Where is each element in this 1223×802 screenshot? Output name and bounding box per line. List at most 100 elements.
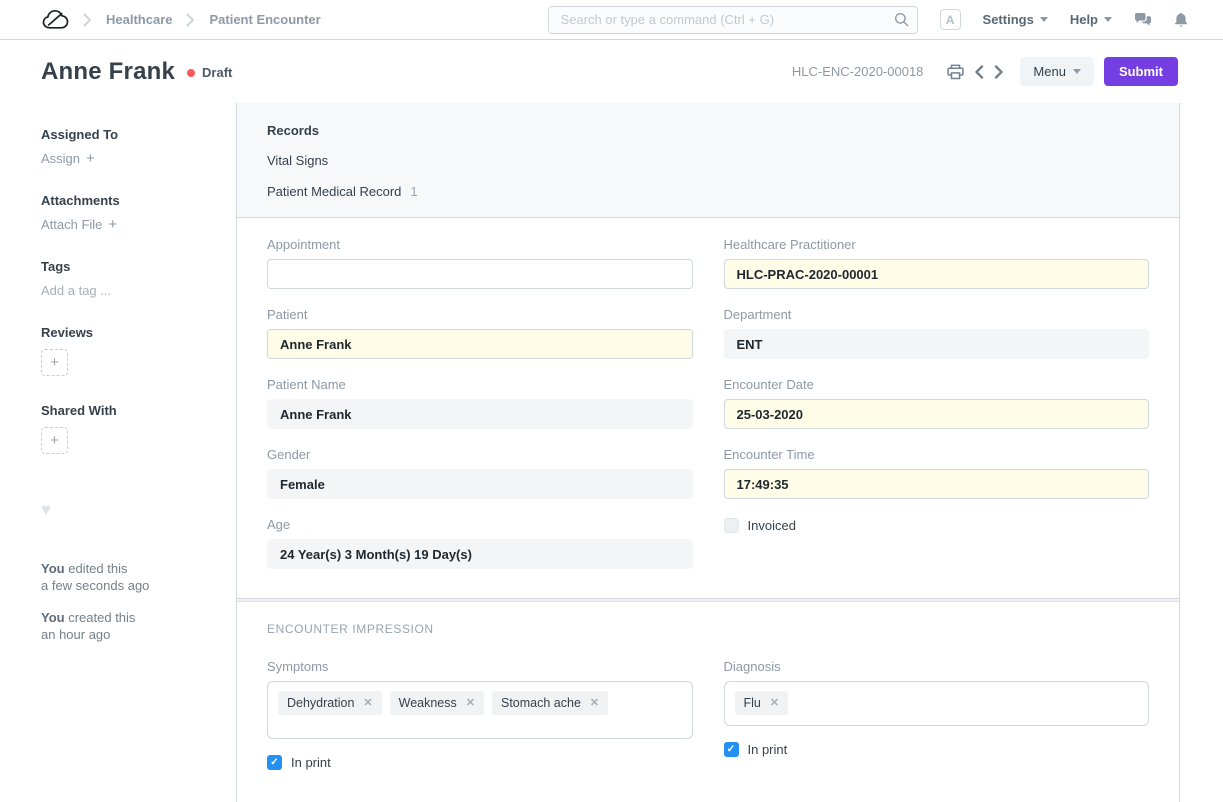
- tag-label: Stomach ache: [501, 696, 581, 710]
- search-icon: [894, 12, 909, 27]
- symptoms-in-print-field: ✓ In print: [267, 755, 693, 770]
- symptom-tag: Stomach ache ✕: [492, 691, 608, 715]
- activity-action: created this: [68, 610, 135, 625]
- check-icon: ✓: [727, 745, 735, 755]
- like-heart-icon[interactable]: ♥: [41, 500, 216, 520]
- encounter-time-input[interactable]: 17:49:35: [724, 469, 1150, 499]
- symptoms-label: Symptoms: [267, 660, 693, 674]
- form-body: Records Vital Signs Patient Medical Reco…: [236, 103, 1180, 802]
- record-link-patient-medical-record[interactable]: Patient Medical Record 1: [267, 184, 1149, 199]
- encounter-date-input[interactable]: 25-03-2020: [724, 399, 1150, 429]
- record-label: Vital Signs: [267, 153, 328, 168]
- records-dashboard: Records Vital Signs Patient Medical Reco…: [237, 103, 1179, 218]
- chevron-down-icon: [1104, 17, 1112, 22]
- document-activity: You edited this a few seconds ago You cr…: [41, 560, 216, 643]
- healthcare-practitioner-field: Healthcare Practitioner HLC-PRAC-2020-00…: [724, 238, 1150, 289]
- encounter-time-label: Encounter Time: [724, 448, 1150, 462]
- tag-label: Weakness: [399, 696, 457, 710]
- department-value: ENT: [724, 329, 1150, 359]
- symptoms-column: Symptoms Dehydration ✕ Weakness ✕: [267, 660, 693, 770]
- patient-name-value: Anne Frank: [267, 399, 693, 429]
- encounter-time-field: Encounter Time 17:49:35: [724, 448, 1150, 499]
- chat-icon[interactable]: [1134, 12, 1152, 28]
- attach-file-button[interactable]: Attach File +: [41, 217, 216, 232]
- user-avatar[interactable]: A: [940, 9, 961, 30]
- age-label: Age: [267, 518, 693, 532]
- status-badge: Draft: [202, 65, 232, 80]
- diagnosis-label: Diagnosis: [724, 660, 1150, 674]
- activity-created: You created this an hour ago: [41, 609, 216, 643]
- remove-tag-icon[interactable]: ✕: [590, 698, 599, 709]
- patient-name-label: Patient Name: [267, 378, 693, 392]
- remove-tag-icon[interactable]: ✕: [466, 698, 475, 709]
- document-id: HLC-ENC-2020-00018: [792, 64, 924, 79]
- tags-heading: Tags: [41, 259, 216, 274]
- record-count-badge: 1: [410, 184, 417, 199]
- assign-button[interactable]: Assign +: [41, 151, 216, 166]
- settings-dropdown[interactable]: Settings: [983, 12, 1048, 27]
- gender-label: Gender: [267, 448, 693, 462]
- gender-field: Gender Female: [267, 448, 693, 499]
- activity-actor: You: [41, 561, 65, 576]
- global-search: [548, 6, 918, 34]
- patient-input[interactable]: Anne Frank: [267, 329, 693, 359]
- submit-button[interactable]: Submit: [1104, 57, 1178, 86]
- invoiced-label: Invoiced: [748, 518, 796, 533]
- diagnosis-multiselect[interactable]: Flu ✕: [724, 681, 1150, 726]
- navbar: Healthcare Patient Encounter A Settings …: [0, 0, 1223, 40]
- shared-with-heading: Shared With: [41, 403, 216, 418]
- healthcare-practitioner-label: Healthcare Practitioner: [724, 238, 1150, 252]
- notifications-bell-icon[interactable]: [1174, 12, 1188, 28]
- diagnosis-in-print-checkbox[interactable]: ✓: [724, 742, 739, 757]
- attachments-heading: Attachments: [41, 193, 216, 208]
- form-sidebar: Assigned To Assign + Attachments Attach …: [0, 103, 236, 802]
- department-label: Department: [724, 308, 1150, 322]
- print-icon[interactable]: [947, 64, 964, 80]
- chevron-right-icon: [83, 13, 92, 27]
- department-field: Department ENT: [724, 308, 1150, 359]
- tag-label: Dehydration: [287, 696, 354, 710]
- encounter-date-field: Encounter Date 25-03-2020: [724, 378, 1150, 429]
- record-link-vital-signs[interactable]: Vital Signs: [267, 153, 1149, 168]
- diagnosis-in-print-label: In print: [748, 742, 788, 757]
- check-icon: ✓: [270, 758, 278, 768]
- activity-action: edited this: [68, 561, 127, 576]
- activity-time: an hour ago: [41, 627, 110, 642]
- chevron-right-icon: [186, 13, 195, 27]
- patient-label: Patient: [267, 308, 693, 322]
- chevron-down-icon: [1073, 69, 1081, 74]
- app-logo-icon[interactable]: [42, 9, 69, 30]
- plus-icon: +: [108, 220, 117, 230]
- symptoms-in-print-checkbox[interactable]: ✓: [267, 755, 282, 770]
- chevron-down-icon: [1040, 17, 1048, 22]
- add-review-button[interactable]: +: [41, 349, 68, 376]
- age-value: 24 Year(s) 3 Month(s) 19 Day(s): [267, 539, 693, 569]
- menu-button[interactable]: Menu: [1020, 57, 1094, 86]
- page-head: Anne Frank Draft HLC-ENC-2020-00018 Menu…: [0, 40, 1223, 103]
- symptoms-in-print-label: In print: [291, 755, 331, 770]
- encounter-impression-section: ENCOUNTER IMPRESSION Symptoms Dehydratio…: [237, 602, 1179, 790]
- encounter-date-label: Encounter Date: [724, 378, 1150, 392]
- next-document-icon[interactable]: [994, 65, 1004, 79]
- settings-label: Settings: [983, 12, 1034, 27]
- symptoms-multiselect[interactable]: Dehydration ✕ Weakness ✕ Stomach ache ✕: [267, 681, 693, 739]
- patient-name-field: Patient Name Anne Frank: [267, 378, 693, 429]
- prev-document-icon[interactable]: [974, 65, 984, 79]
- activity-time: a few seconds ago: [41, 578, 149, 593]
- help-dropdown[interactable]: Help: [1070, 12, 1112, 27]
- breadcrumb-healthcare[interactable]: Healthcare: [106, 12, 172, 27]
- tag-label: Flu: [744, 696, 761, 710]
- diagnosis-column: Diagnosis Flu ✕ ✓ In print: [724, 660, 1150, 770]
- add-tag-input[interactable]: Add a tag ...: [41, 283, 216, 298]
- healthcare-practitioner-input[interactable]: HLC-PRAC-2020-00001: [724, 259, 1150, 289]
- appointment-input[interactable]: [267, 259, 693, 289]
- left-column: Appointment Patient Anne Frank Patient N…: [267, 238, 693, 588]
- record-label: Patient Medical Record: [267, 184, 401, 199]
- add-share-button[interactable]: +: [41, 427, 68, 454]
- search-input[interactable]: [548, 6, 918, 34]
- breadcrumb-patient-encounter[interactable]: Patient Encounter: [209, 12, 320, 27]
- help-label: Help: [1070, 12, 1098, 27]
- assigned-to-heading: Assigned To: [41, 127, 216, 142]
- remove-tag-icon[interactable]: ✕: [770, 698, 779, 709]
- remove-tag-icon[interactable]: ✕: [363, 698, 372, 709]
